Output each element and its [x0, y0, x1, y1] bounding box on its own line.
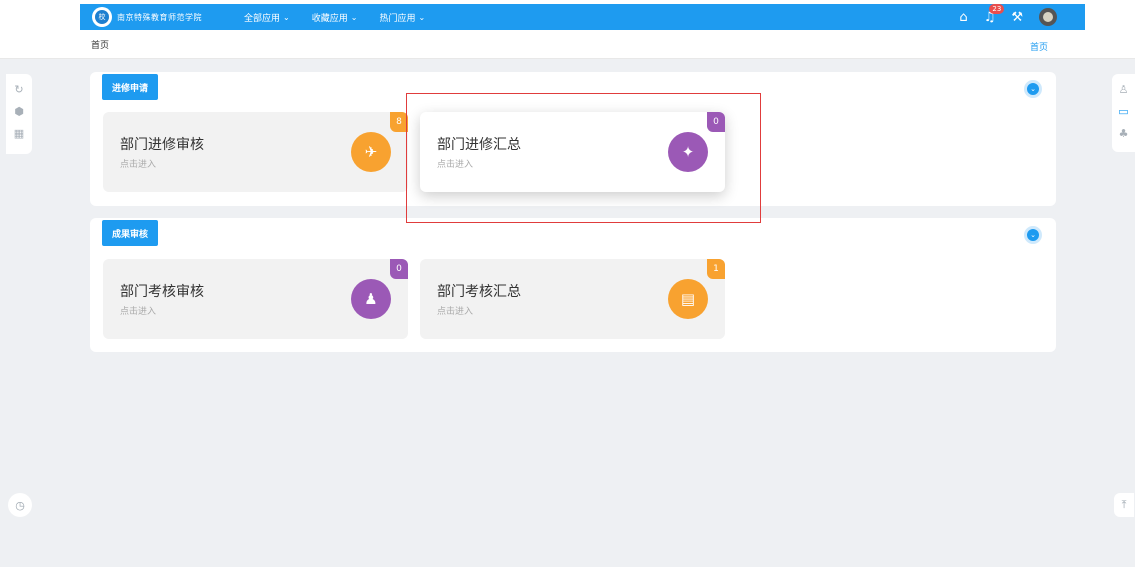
chevron-down-icon: ⌄: [350, 12, 358, 22]
card-title: 部门考核审核: [120, 284, 204, 300]
app-card[interactable]: 部门进修审核 点击进入 ✈ 8: [103, 112, 408, 192]
avatar-face: [1043, 12, 1053, 22]
top-bar: 校 南京特殊教育师范学院 全部应用 ⌄ 收藏应用 ⌄ 热门应用 ⌄ ⌂ ♫ 23 ⚒: [0, 0, 1135, 32]
collapse-toggle-icon[interactable]: ⌄: [1024, 226, 1042, 244]
bell-icon[interactable]: ♫ 23: [984, 3, 1005, 25]
section-achievement-review: 成果审核 ⌄ 部门考核审核 点击进入 ♟ 0 部门考核汇总 点击进入 ▤ 1: [90, 218, 1056, 352]
org-chart-icon[interactable]: ♣: [1119, 122, 1129, 144]
app-card[interactable]: 部门考核审核 点击进入 ♟ 0: [103, 259, 408, 339]
card-subtitle: 点击进入: [120, 307, 157, 317]
clock-icon[interactable]: ◷: [8, 493, 32, 517]
plane-icon: ✈: [351, 132, 391, 172]
count-badge: 8: [390, 112, 408, 132]
user-icon[interactable]: ♙: [1119, 78, 1129, 100]
home-tab-link[interactable]: 首页: [1030, 40, 1048, 53]
count-badge: 0: [707, 112, 725, 132]
section-training-apply: 进修申请 ⌄ 部门进修审核 点击进入 ✈ 8 部门进修汇总 点击进入 ✦ 0: [90, 72, 1056, 206]
back-to-top-icon[interactable]: ⤒: [1114, 493, 1134, 517]
school-logo[interactable]: 校: [92, 7, 112, 27]
card-title: 部门进修汇总: [437, 137, 521, 153]
nav-hot-apps[interactable]: 热门应用 ⌄: [379, 11, 425, 24]
notification-badge: 23: [989, 3, 1005, 14]
section-tag: 进修申请: [102, 74, 159, 100]
app-card[interactable]: 部门考核汇总 点击进入 ▤ 1: [420, 259, 725, 339]
right-toolbar: ♙ ▭ ♣: [1112, 74, 1135, 152]
logo-mark: 校: [95, 10, 109, 24]
nav-favorite-apps[interactable]: 收藏应用 ⌄: [312, 11, 358, 24]
breadcrumb-current: 首页: [91, 41, 110, 51]
count-badge: 1: [707, 259, 725, 279]
count-badge: 0: [390, 259, 408, 279]
top-nav: 全部应用 ⌄ 收藏应用 ⌄ 热门应用 ⌄: [244, 11, 447, 24]
section-tag: 成果审核: [102, 220, 159, 246]
app-card[interactable]: 部门进修汇总 点击进入 ✦ 0: [420, 112, 725, 192]
top-actions: ⌂ ♫ 23 ⚒: [943, 3, 1057, 30]
nav-all-apps[interactable]: 全部应用 ⌄: [244, 11, 290, 24]
tools-icon[interactable]: ⚒: [1011, 10, 1023, 25]
left-toolbar: ↻ ⬢ ▦: [6, 74, 32, 154]
refresh-icon[interactable]: ↻: [14, 78, 23, 100]
briefcase-icon[interactable]: ▭: [1118, 100, 1128, 122]
nav-hot-apps-label: 热门应用: [379, 13, 416, 24]
card-title: 部门进修审核: [120, 137, 204, 153]
collapse-toggle-icon[interactable]: ⌄: [1024, 80, 1042, 98]
nav-favorite-apps-label: 收藏应用: [311, 13, 348, 24]
card-title: 部门考核汇总: [437, 284, 521, 300]
map-icon: ✦: [668, 132, 708, 172]
school-name: 南京特殊教育师范学院: [117, 12, 202, 22]
header-bar: 校 南京特殊教育师范学院 全部应用 ⌄ 收藏应用 ⌄ 热门应用 ⌄ ⌂ ♫ 23 ⚒: [80, 3, 1085, 30]
avatar[interactable]: [1039, 8, 1057, 26]
card-subtitle: 点击进入: [437, 307, 474, 317]
qrcode-icon[interactable]: ▦: [14, 122, 24, 144]
chevron-down-icon: ⌄: [418, 12, 426, 22]
settings-icon[interactable]: ⬢: [14, 100, 24, 122]
nav-all-apps-label: 全部应用: [244, 13, 281, 24]
card-subtitle: 点击进入: [437, 160, 474, 170]
card-subtitle: 点击进入: [120, 160, 157, 170]
home-icon[interactable]: ⌂: [959, 10, 967, 25]
chevron-down-icon: ⌄: [283, 12, 290, 22]
breadcrumb: 首页 首页: [0, 32, 1135, 59]
document-icon: ▤: [668, 279, 708, 319]
user-check-icon: ♟: [351, 279, 391, 319]
